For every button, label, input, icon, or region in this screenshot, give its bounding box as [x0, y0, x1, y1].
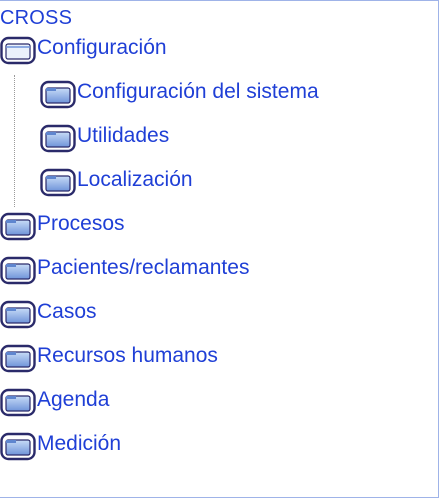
- tree-node-configuracion[interactable]: Configuración: [0, 35, 167, 65]
- folder-icon[interactable]: [0, 211, 36, 241]
- tree-node-label[interactable]: Utilidades: [77, 125, 169, 146]
- folder-open-icon[interactable]: [0, 35, 36, 65]
- tree-node-label[interactable]: Procesos: [37, 213, 125, 234]
- tree-node-label[interactable]: Agenda: [37, 389, 109, 410]
- tree-node-medicion[interactable]: Medición: [0, 431, 121, 461]
- tree-node-label[interactable]: Casos: [37, 301, 97, 322]
- tree-root-label: CROSS: [0, 7, 73, 29]
- folder-icon[interactable]: [0, 387, 36, 417]
- tree-node-pacientes-reclamantes[interactable]: Pacientes/reclamantes: [0, 255, 249, 285]
- tree-node-label[interactable]: Pacientes/reclamantes: [37, 257, 249, 278]
- folder-icon[interactable]: [0, 255, 36, 285]
- tree-node-label[interactable]: Recursos humanos: [37, 345, 218, 366]
- tree-node-agenda[interactable]: Agenda: [0, 387, 109, 417]
- folder-icon[interactable]: [40, 123, 76, 153]
- folder-icon[interactable]: [40, 79, 76, 109]
- navigation-tree-panel: CROSS Configuración Configuración del si…: [0, 0, 439, 498]
- tree-node-label[interactable]: Configuración del sistema: [77, 81, 319, 102]
- tree-node-configuracion-del-sistema[interactable]: Configuración del sistema: [40, 79, 319, 109]
- tree-node-label[interactable]: Localización: [77, 169, 193, 190]
- tree-node-procesos[interactable]: Procesos: [0, 211, 125, 241]
- tree-node-label[interactable]: Medición: [37, 433, 121, 454]
- tree-node-casos[interactable]: Casos: [0, 299, 97, 329]
- folder-icon[interactable]: [40, 167, 76, 197]
- tree-node-utilidades[interactable]: Utilidades: [40, 123, 169, 153]
- folder-icon[interactable]: [0, 299, 36, 329]
- tree-node-label[interactable]: Configuración: [37, 37, 167, 58]
- tree-guide-line: [14, 75, 15, 207]
- folder-icon[interactable]: [0, 431, 36, 461]
- tree-node-localizacion[interactable]: Localización: [40, 167, 193, 197]
- tree-node-recursos-humanos[interactable]: Recursos humanos: [0, 343, 218, 373]
- folder-icon[interactable]: [0, 343, 36, 373]
